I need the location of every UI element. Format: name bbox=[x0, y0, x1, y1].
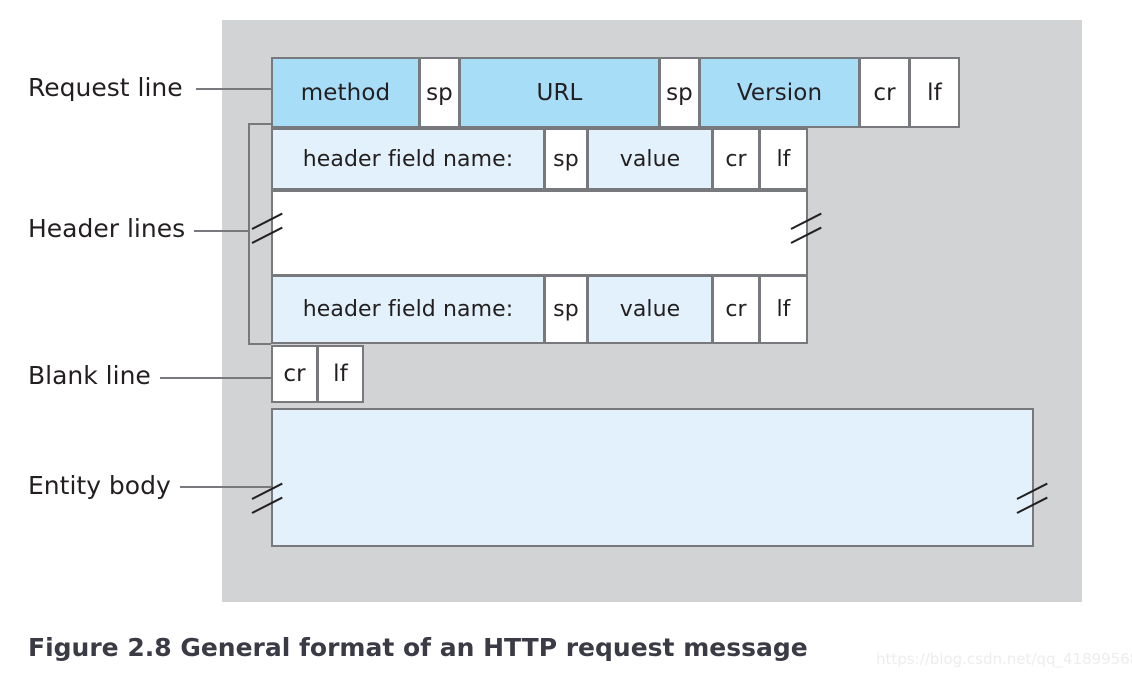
header-lines-break-region bbox=[271, 190, 808, 276]
header-line-bottom-cell-lf: lf bbox=[760, 276, 808, 344]
request-line-cell-sp-1: sp bbox=[420, 57, 460, 128]
leader-line-request-line bbox=[196, 88, 271, 90]
watermark-text: https://blog.csdn.net/qq_41899568 bbox=[876, 650, 1132, 668]
entity-body-break-mark-right-icon bbox=[1015, 482, 1055, 520]
header-line-bottom-cell-value: value bbox=[588, 276, 713, 344]
header-line-bottom-cell-cr: cr bbox=[713, 276, 760, 344]
request-line-cell-method: method bbox=[271, 57, 420, 128]
request-line-cell-lf: lf bbox=[910, 57, 960, 128]
label-entity-body: Entity body bbox=[28, 471, 171, 500]
blank-line-cell-cr: cr bbox=[271, 345, 318, 403]
leader-line-blank-line bbox=[160, 377, 271, 379]
label-blank-line: Blank line bbox=[28, 361, 151, 390]
request-line-cell-version: Version bbox=[700, 57, 860, 128]
header-line-bottom-cell-name: header field name: bbox=[271, 276, 545, 344]
header-lines-bracket bbox=[248, 123, 271, 345]
header-line-top-cell-value: value bbox=[588, 128, 713, 190]
label-request-line: Request line bbox=[28, 73, 183, 102]
leader-line-entity-body bbox=[180, 486, 271, 488]
header-line-top-cell-lf: lf bbox=[760, 128, 808, 190]
http-request-format-figure: method sp URL sp Version cr lf header fi… bbox=[0, 0, 1132, 677]
header-line-top-cell-cr: cr bbox=[713, 128, 760, 190]
header-line-bottom-cell-sp: sp bbox=[545, 276, 588, 344]
entity-body-break-mark-left-icon bbox=[250, 482, 290, 520]
break-mark-right-icon bbox=[789, 212, 829, 250]
request-line-cell-cr: cr bbox=[860, 57, 910, 128]
entity-body-box bbox=[271, 408, 1034, 547]
request-line-cell-sp-2: sp bbox=[660, 57, 700, 128]
label-header-lines: Header lines bbox=[28, 214, 186, 243]
header-line-top-cell-name: header field name: bbox=[271, 128, 545, 190]
figure-caption: Figure 2.8 General format of an HTTP req… bbox=[28, 633, 808, 662]
leader-line-header-lines bbox=[194, 230, 250, 232]
blank-line-cell-lf: lf bbox=[318, 345, 364, 403]
request-line-cell-url: URL bbox=[460, 57, 660, 128]
header-line-top-cell-sp: sp bbox=[545, 128, 588, 190]
